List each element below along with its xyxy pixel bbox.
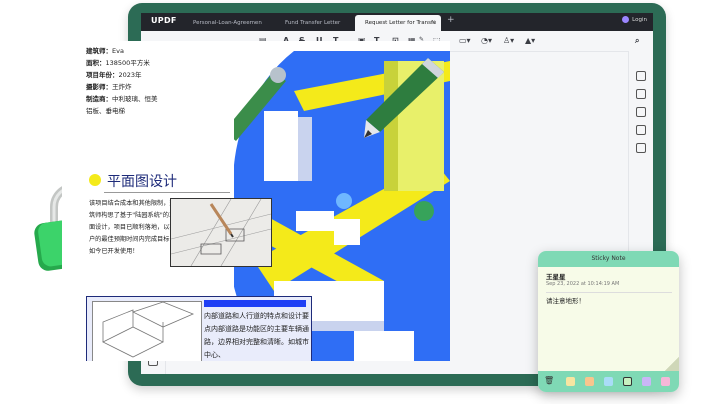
ocr-icon[interactable]	[636, 89, 646, 99]
stamp-icon[interactable]: ◔▾	[481, 36, 492, 45]
divider	[104, 192, 230, 193]
color-swatch-purple[interactable]	[642, 377, 651, 386]
meta-row: 建筑师：Eva	[86, 47, 124, 55]
sticky-note-body: 王星星 Sep 23, 2022 at 10:14:19 AM 请注意地形！	[538, 267, 679, 371]
tab-loan-agreement[interactable]: Personal-Loan-Agreemen	[183, 15, 267, 31]
trash-icon[interactable]: 🗑	[544, 376, 554, 385]
meta-row: 制造商：中利玻璃、恒美	[86, 95, 158, 103]
tab-label: Request Letter for Transfe	[365, 20, 437, 26]
avatar	[622, 16, 630, 23]
convert-icon[interactable]	[636, 71, 646, 81]
color-swatch-pink[interactable]	[661, 377, 670, 386]
sticky-note-footer: 🗑	[538, 371, 679, 392]
tab-request-letter[interactable]: Request Letter for Transfe ×	[355, 15, 441, 31]
paragraph-2: 内部道路和人行道的特点和设计要点内部道路是功能区的主要车辆通路，边界相对完整和清…	[204, 312, 309, 359]
title-bar: UPDF Personal-Loan-Agreemen Fund Transfe…	[141, 13, 653, 31]
color-swatch-green[interactable]	[623, 377, 632, 386]
tab-label: Personal-Loan-Agreemen	[193, 20, 262, 26]
sticky-note[interactable]: Sticky Note 王星星 Sep 23, 2022 at 10:14:19…	[538, 251, 679, 392]
note-author: 王星星	[546, 273, 566, 281]
close-tab-icon[interactable]: ×	[431, 15, 436, 31]
search-icon[interactable]: ⌕	[635, 36, 639, 46]
project-meta: 建筑师：Eva 面积：138500平方米 项目年份：2023年 摄影师：王炸炸 …	[86, 45, 158, 117]
color-swatch-blue[interactable]	[604, 377, 613, 386]
meta-row: 摄影师：王炸炸	[86, 83, 132, 91]
email-icon[interactable]	[636, 143, 646, 153]
app-logo: UPDF	[151, 16, 177, 25]
paragraph-1: 该项目结合成本和其他限制，建筑师构思了基于"陆园系统"的立面设计，项目已顺利落地…	[89, 200, 176, 255]
login-button[interactable]: Login	[622, 16, 647, 23]
meta-row: 项目年份：2023年	[86, 71, 142, 79]
heading-bar	[204, 300, 306, 307]
pen-icon	[364, 58, 444, 138]
login-label: Login	[632, 17, 647, 23]
blueprint-photo	[170, 198, 272, 267]
section-bullet	[89, 174, 101, 186]
sticky-note-header: Sticky Note	[538, 251, 679, 267]
new-tab-icon[interactable]: +	[447, 15, 455, 25]
color-icon[interactable]: ▲▾	[525, 36, 535, 45]
note-date: Sep 23, 2022 at 10:14:19 AM	[546, 281, 620, 287]
color-swatch-yellow[interactable]	[566, 377, 575, 386]
tab-label: Fund Transfer Letter	[285, 20, 341, 26]
meta-row: 铝板、垂电梯	[86, 107, 125, 115]
highlighted-box: 内部道路和人行道的特点和设计要点内部道路是功能区的主要车辆通路，边界相对完整和清…	[86, 296, 312, 361]
signature-icon[interactable]: ♙▾	[503, 36, 514, 45]
note-message[interactable]: 请注意地形！	[546, 295, 585, 305]
section-title: 平面图设计	[107, 174, 177, 190]
shape-icon[interactable]: ▭▾	[459, 36, 471, 45]
color-swatch-orange[interactable]	[585, 377, 594, 386]
protect-icon[interactable]	[636, 107, 646, 117]
divider	[546, 292, 672, 293]
isometric-drawing	[92, 301, 202, 361]
tab-fund-transfer[interactable]: Fund Transfer Letter	[275, 15, 367, 31]
share-icon[interactable]	[636, 125, 646, 135]
page-fold-icon	[665, 357, 679, 371]
meta-row: 面积：138500平方米	[86, 59, 150, 67]
